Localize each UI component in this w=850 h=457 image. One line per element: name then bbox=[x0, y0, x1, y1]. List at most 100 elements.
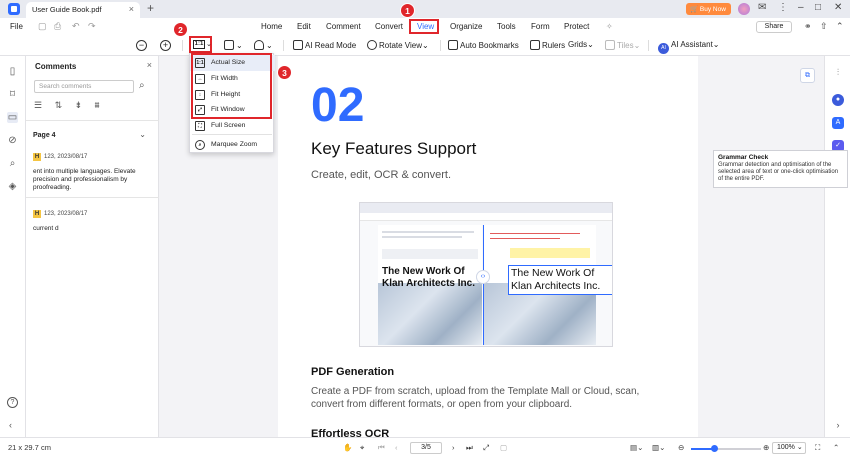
minimize-icon[interactable]: – bbox=[798, 2, 804, 13]
comment-text[interactable]: ent into multiple languages. Elevate pre… bbox=[33, 168, 153, 192]
floating-compare-icon[interactable]: ⧉ bbox=[800, 68, 815, 83]
menu-organize[interactable]: Organize bbox=[450, 22, 482, 31]
document-tab[interactable]: User Guide Book.pdf × bbox=[26, 2, 140, 18]
first-page-icon[interactable]: ⏮ bbox=[378, 443, 385, 453]
collapse-ribbon-icon[interactable]: ⌃ bbox=[836, 21, 844, 32]
properties-icon[interactable]: ⫶ bbox=[832, 66, 844, 78]
buy-now-label: Buy Now bbox=[699, 6, 726, 13]
zoom-slider-handle[interactable] bbox=[711, 445, 718, 452]
status-bar: 21 x 29.7 cm ✋ ⌖ ⏮ ‹ 3/5 › ⏭ ⤢ ▢ ▤⌄ ▥⌄ ⊖… bbox=[0, 437, 850, 457]
close-tab-icon[interactable]: × bbox=[129, 4, 134, 14]
fit-screen-icon[interactable]: ⛶ bbox=[815, 443, 820, 453]
menu-form[interactable]: Form bbox=[531, 22, 550, 31]
screenshot-titlebar bbox=[360, 203, 612, 213]
translate-icon[interactable]: A bbox=[832, 117, 844, 129]
feature-screenshot: The New Work Of Klan Architects Inc. The… bbox=[359, 202, 613, 347]
fit-page-icon[interactable]: ⤢ bbox=[483, 443, 489, 453]
marquee-zoom-icon: ⌕ bbox=[195, 140, 205, 150]
last-page-icon[interactable]: ⏭ bbox=[466, 443, 473, 453]
close-window-icon[interactable]: ✕ bbox=[834, 2, 842, 13]
print-icon[interactable]: ⎙ bbox=[54, 21, 61, 32]
comment-panel-icon[interactable]: ▭ bbox=[7, 112, 18, 123]
previous-page-icon[interactable]: ‹ bbox=[395, 443, 398, 452]
layers-icon[interactable]: ◈ bbox=[7, 181, 18, 192]
undo-icon[interactable]: ↶ bbox=[72, 21, 80, 32]
zoom-level-select[interactable]: 100% ⌄ bbox=[772, 442, 806, 454]
comment-date: 2023/08/17 bbox=[57, 211, 88, 217]
screenshot-highlight bbox=[510, 248, 590, 258]
paint-bucket-icon bbox=[254, 40, 264, 50]
ai-read-mode-button[interactable]: AI Read Mode bbox=[293, 40, 356, 50]
menu-protect[interactable]: Protect bbox=[564, 22, 589, 31]
redo-icon[interactable]: ↷ bbox=[88, 21, 96, 32]
rulers-button[interactable]: Rulers bbox=[530, 40, 565, 50]
rotate-view-label: Rotate View bbox=[379, 41, 422, 50]
up-arrow-icon[interactable]: ⌃ bbox=[833, 443, 839, 452]
next-page-icon[interactable]: › bbox=[452, 443, 455, 452]
search-panel-icon[interactable]: ⌕ bbox=[7, 158, 18, 169]
menu-tools[interactable]: Tools bbox=[497, 22, 516, 31]
comment-filter-bar[interactable]: ☰ ⇅ ⇟ ⩩ bbox=[34, 100, 104, 111]
marquee-zoom-option[interactable]: ⌕ Marquee Zoom bbox=[190, 137, 275, 153]
ruler-icon bbox=[530, 40, 540, 50]
background-color-button[interactable]: ⌄ bbox=[254, 40, 273, 50]
page-layout-button[interactable]: ⌄ bbox=[224, 40, 243, 50]
comment-date: 2023/08/17 bbox=[57, 154, 88, 160]
bookmark-panel-icon[interactable]: ⌑ bbox=[7, 89, 18, 100]
collapse-panel-icon[interactable]: ‹ bbox=[9, 420, 12, 430]
save-icon[interactable]: ▢ bbox=[38, 21, 47, 32]
file-menu[interactable]: File bbox=[10, 22, 23, 31]
menu-home[interactable]: Home bbox=[261, 22, 282, 31]
collapse-right-icon[interactable]: › bbox=[832, 419, 844, 431]
title-bar: User Guide Book.pdf × + 🛒 Buy Now ✉ ⋮ – … bbox=[0, 0, 850, 18]
mail-icon[interactable]: ✉ bbox=[758, 2, 766, 13]
ai-assistant-button[interactable]: AI AI Assistant⌄ bbox=[658, 40, 720, 54]
rotate-view-button[interactable]: Rotate View⌄ bbox=[367, 40, 429, 50]
zoom-in-icon[interactable]: + bbox=[160, 40, 171, 51]
actual-size-dropdown-button[interactable]: 1:1 bbox=[193, 40, 205, 49]
thumbnail-view-icon[interactable]: ▢ bbox=[500, 443, 507, 452]
maximize-icon[interactable]: □ bbox=[815, 2, 821, 13]
select-tool-icon[interactable]: ⌖ bbox=[360, 443, 364, 453]
screenshot-divider bbox=[483, 225, 484, 345]
share-settings-icon[interactable]: ⚭ bbox=[804, 21, 812, 32]
menu-comment[interactable]: Comment bbox=[326, 22, 361, 31]
upload-icon[interactable]: ⇧ bbox=[820, 21, 828, 32]
close-panel-icon[interactable]: × bbox=[147, 60, 152, 70]
share-button[interactable]: Share bbox=[756, 21, 792, 33]
search-comments-input[interactable]: Search comments bbox=[34, 80, 134, 93]
rulers-label: Rulers bbox=[542, 41, 566, 50]
comment-text[interactable]: current d bbox=[33, 225, 153, 233]
more-icon[interactable]: ⋮ bbox=[778, 2, 788, 13]
auto-bookmarks-button[interactable]: Auto Bookmarks bbox=[448, 40, 519, 50]
avatar[interactable] bbox=[738, 3, 750, 15]
zoom-out-status-icon[interactable]: ⊖ bbox=[678, 443, 684, 452]
ratio-chevron-icon[interactable]: ⌄ bbox=[206, 40, 212, 48]
thumbnail-icon[interactable]: ▯ bbox=[7, 66, 18, 77]
menu-edit[interactable]: Edit bbox=[297, 22, 311, 31]
full-screen-option[interactable]: ⛶ Full Screen bbox=[190, 118, 275, 134]
view-mode-icon[interactable]: ▤⌄ bbox=[630, 443, 643, 452]
zoom-in-status-icon[interactable]: ⊕ bbox=[763, 443, 769, 452]
comment-header: H 123, 2023/08/17 bbox=[33, 153, 87, 161]
buy-now-button[interactable]: 🛒 Buy Now bbox=[686, 3, 731, 15]
comments-panel: Comments × Search comments ⌕ ☰ ⇅ ⇟ ⩩ Pag… bbox=[26, 56, 159, 437]
menu-convert[interactable]: Convert bbox=[375, 22, 403, 31]
lightbulb-icon[interactable]: ✧ bbox=[606, 22, 613, 31]
page-display-icon[interactable]: ▥⌄ bbox=[652, 443, 665, 452]
help-icon[interactable]: ? bbox=[7, 397, 18, 408]
chevron-down-icon[interactable]: ⌄ bbox=[139, 130, 146, 139]
page-total: /5 bbox=[425, 444, 431, 451]
new-tab-button[interactable]: + bbox=[147, 1, 154, 15]
page-subheading: Create, edit, OCR & convert. bbox=[311, 169, 451, 181]
toolbar-divider bbox=[440, 40, 441, 51]
search-icon[interactable]: ⌕ bbox=[139, 80, 145, 91]
page-group-label: Page 4 bbox=[33, 132, 56, 139]
comment-author: 123, bbox=[44, 154, 56, 160]
hand-tool-icon[interactable]: ✋ bbox=[343, 443, 352, 452]
zoom-out-icon[interactable]: − bbox=[136, 40, 147, 51]
page-number-input[interactable]: 3/5 bbox=[410, 442, 442, 454]
grids-button[interactable]: Grids⌄ bbox=[568, 40, 594, 49]
attachment-icon[interactable]: ⊘ bbox=[7, 135, 18, 146]
ai-assistant-side-icon[interactable]: ● bbox=[832, 94, 844, 106]
